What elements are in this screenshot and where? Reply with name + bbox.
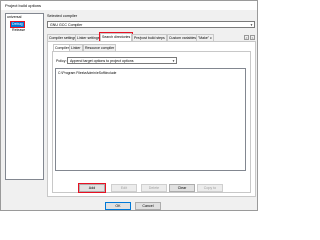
chevron-down-icon: ▼ xyxy=(172,59,175,63)
ok-button[interactable]: OK xyxy=(105,202,131,210)
tab-linker-settings[interactable]: Linker settings xyxy=(75,34,102,41)
add-button[interactable]: Add xyxy=(78,183,106,193)
tab-compiler-settings[interactable]: Compiler settings xyxy=(47,34,79,41)
tab-make-commands[interactable]: "Make" c xyxy=(196,34,214,41)
tree-item-debug[interactable]: Debug xyxy=(10,21,25,28)
main-tab-bar: Compiler settings Linker settings Search… xyxy=(47,32,257,42)
policy-label: Policy: xyxy=(56,59,67,63)
tab-custom-variables[interactable]: Custom variables xyxy=(167,34,199,41)
selected-compiler-label: Selected compiler xyxy=(47,14,78,18)
title-bar: Project build options xyxy=(1,1,257,10)
build-options-dialog: Project build options universal Debug Re… xyxy=(0,0,258,211)
list-item[interactable]: C:\Program Files\eAdmin\eSoft\include xyxy=(58,71,116,75)
cancel-button[interactable]: Cancel xyxy=(135,202,161,210)
compiler-select[interactable]: GNU GCC Compiler ▼ xyxy=(47,21,255,28)
subtab-resource-compiler[interactable]: Resource compiler xyxy=(83,44,117,51)
tree-root-item[interactable]: universal xyxy=(7,15,21,19)
delete-button[interactable]: Delete xyxy=(141,184,167,192)
compiler-select-value: GNU GCC Compiler xyxy=(50,23,83,27)
edit-button[interactable]: Edit xyxy=(111,184,137,192)
tab-scroll-right-button[interactable]: > xyxy=(250,35,255,40)
policy-select[interactable]: Append target options to project options… xyxy=(67,57,177,64)
directory-list[interactable]: C:\Program Files\eAdmin\eSoft\include xyxy=(55,68,246,171)
window-title: Project build options xyxy=(5,3,42,8)
tree-item-release[interactable]: Release xyxy=(12,28,25,32)
tab-scroll-left-button[interactable]: < xyxy=(244,35,249,40)
subtab-linker[interactable]: Linker xyxy=(69,44,83,51)
tab-search-directories[interactable]: Search directories xyxy=(98,32,134,42)
target-tree[interactable]: universal Debug Release xyxy=(5,13,44,180)
tab-pre-post-build-steps[interactable]: Pre/post build steps xyxy=(132,34,167,41)
policy-select-value: Append target options to project options xyxy=(70,59,134,63)
clear-button[interactable]: Clear xyxy=(169,184,195,192)
copy-to-button[interactable]: Copy to xyxy=(197,184,223,192)
chevron-down-icon: ▼ xyxy=(250,23,253,27)
